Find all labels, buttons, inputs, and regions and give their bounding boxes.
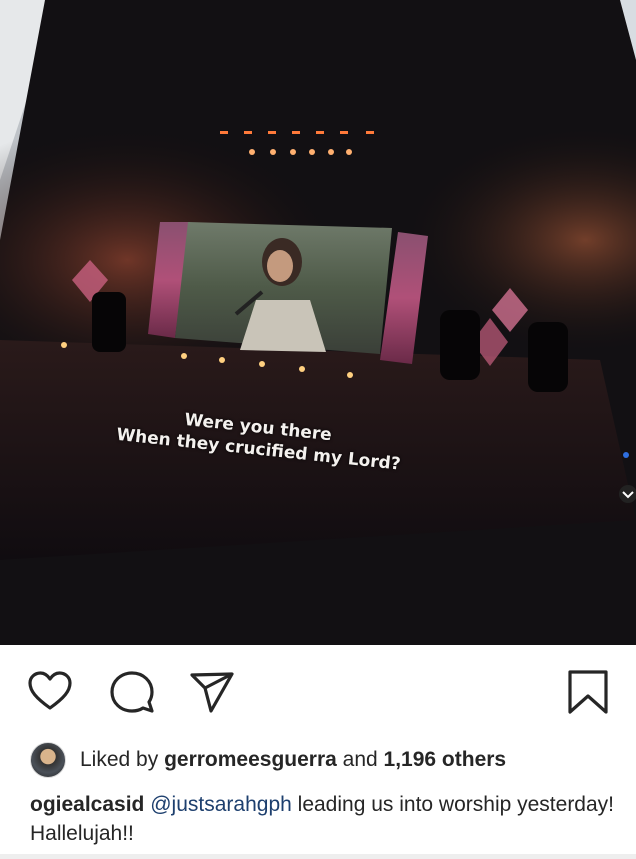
liked-by-prefix: Liked by (80, 748, 159, 771)
likes-summary[interactable]: Liked by gerromeesguerra and 1,196 other… (30, 742, 630, 778)
share-button[interactable] (188, 668, 236, 716)
liker-avatar[interactable] (30, 742, 66, 778)
caption-mention[interactable]: @justsarahgph (150, 793, 292, 816)
comment-icon (110, 671, 154, 713)
likes-count[interactable]: 1,196 others (384, 748, 507, 772)
caption-username[interactable]: ogiealcasid (30, 793, 144, 816)
post-action-bar (0, 660, 636, 720)
divider (0, 854, 636, 859)
post-photo[interactable]: Were you there When they crucified my Lo… (0, 0, 636, 645)
save-button[interactable] (564, 668, 612, 716)
likes-conjunction: and (342, 748, 378, 771)
comment-button[interactable] (108, 668, 156, 716)
bookmark-icon (568, 670, 608, 714)
paper-plane-icon (190, 672, 234, 713)
heart-icon (28, 671, 72, 710)
like-button[interactable] (26, 668, 74, 716)
post-caption: ogiealcasid @justsarahgph leading us int… (30, 790, 620, 848)
liker-username[interactable]: gerromeesguerra (164, 748, 337, 772)
stage-photo-illustration (0, 0, 636, 645)
